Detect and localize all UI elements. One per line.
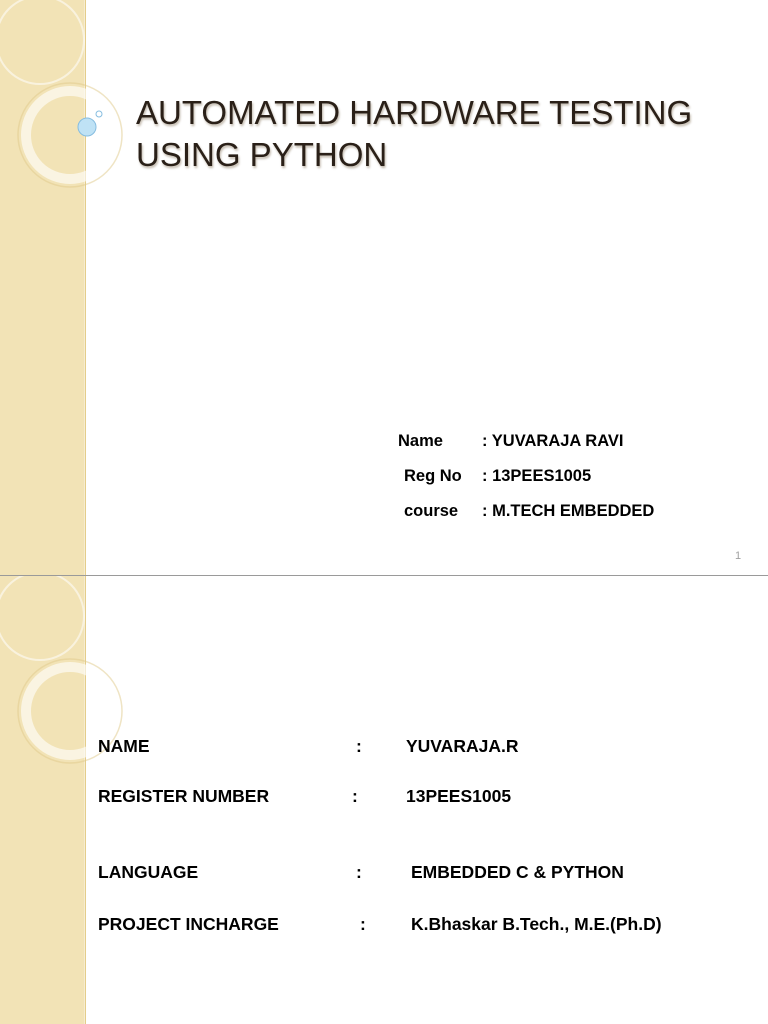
slide-title: AUTOMATED HARDWARE TESTING USING PYTHON <box>136 92 736 176</box>
detail-value: EMBEDDED C & PYTHON <box>411 862 624 882</box>
info-value: : YUVARAJA RAVI <box>482 432 624 450</box>
detail-separator: : <box>356 736 362 756</box>
info-row: course : M.TECH EMBEDDED <box>398 494 654 529</box>
title-line-2: USING PYTHON <box>136 136 388 173</box>
detail-separator: : <box>360 914 366 934</box>
details-slide: NAME : YUVARAJA.R REGISTER NUMBER : 13PE… <box>0 576 768 1024</box>
info-key: course <box>404 502 459 520</box>
info-key: Name <box>398 432 443 450</box>
detail-label: NAME <box>98 736 150 756</box>
info-row: Name : YUVARAJA RAVI <box>398 424 654 459</box>
title-line-1: AUTOMATED HARDWARE TESTING <box>136 94 693 131</box>
detail-separator: : <box>356 862 362 882</box>
detail-label: PROJECT INCHARGE <box>98 914 279 934</box>
info-value: : 13PEES1005 <box>482 467 592 485</box>
info-key: Reg No <box>404 467 462 485</box>
detail-separator: : <box>352 786 358 806</box>
detail-value: 13PEES1005 <box>406 786 512 806</box>
detail-label: LANGUAGE <box>98 862 199 882</box>
info-row: Reg No : 13PEES1005 <box>398 459 654 494</box>
detail-value: YUVARAJA.R <box>406 736 519 756</box>
detail-label: REGISTER NUMBER <box>98 786 270 806</box>
page-number: 1 <box>735 550 742 562</box>
detail-value: K.Bhaskar B.Tech., M.E.(Ph.D) <box>411 914 662 934</box>
info-value: : M.TECH EMBEDDED <box>482 502 655 520</box>
title-slide: AUTOMATED HARDWARE TESTING USING PYTHON … <box>0 0 768 576</box>
student-info-table: Name : YUVARAJA RAVI Reg No : 13PEES1005… <box>398 424 654 529</box>
